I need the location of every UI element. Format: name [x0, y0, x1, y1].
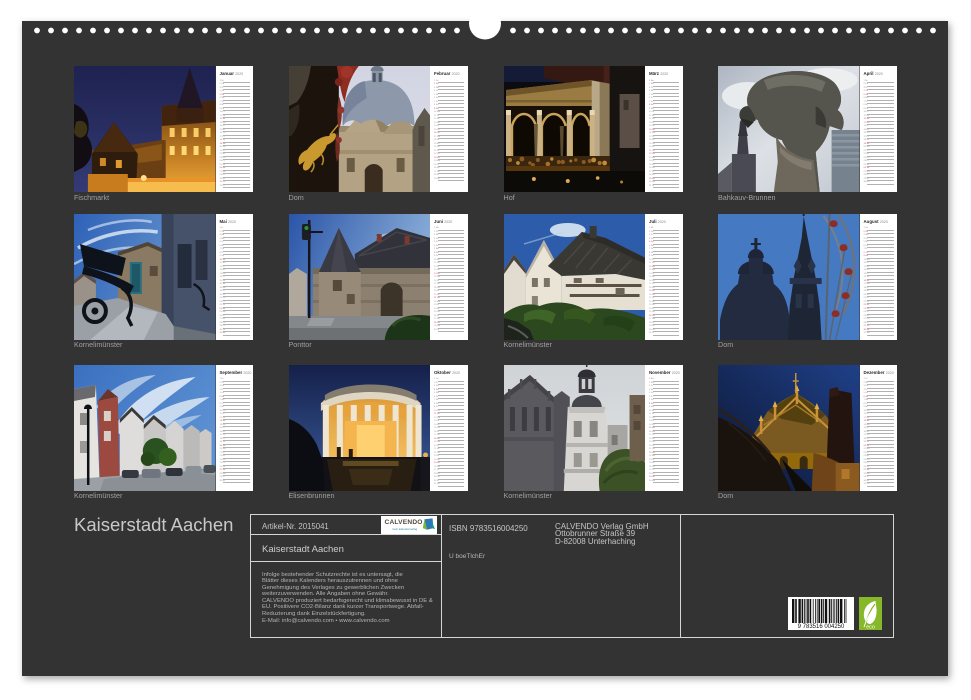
- svg-text:eco: eco: [866, 625, 875, 631]
- svg-text:9 783516 004250: 9 783516 004250: [798, 624, 845, 630]
